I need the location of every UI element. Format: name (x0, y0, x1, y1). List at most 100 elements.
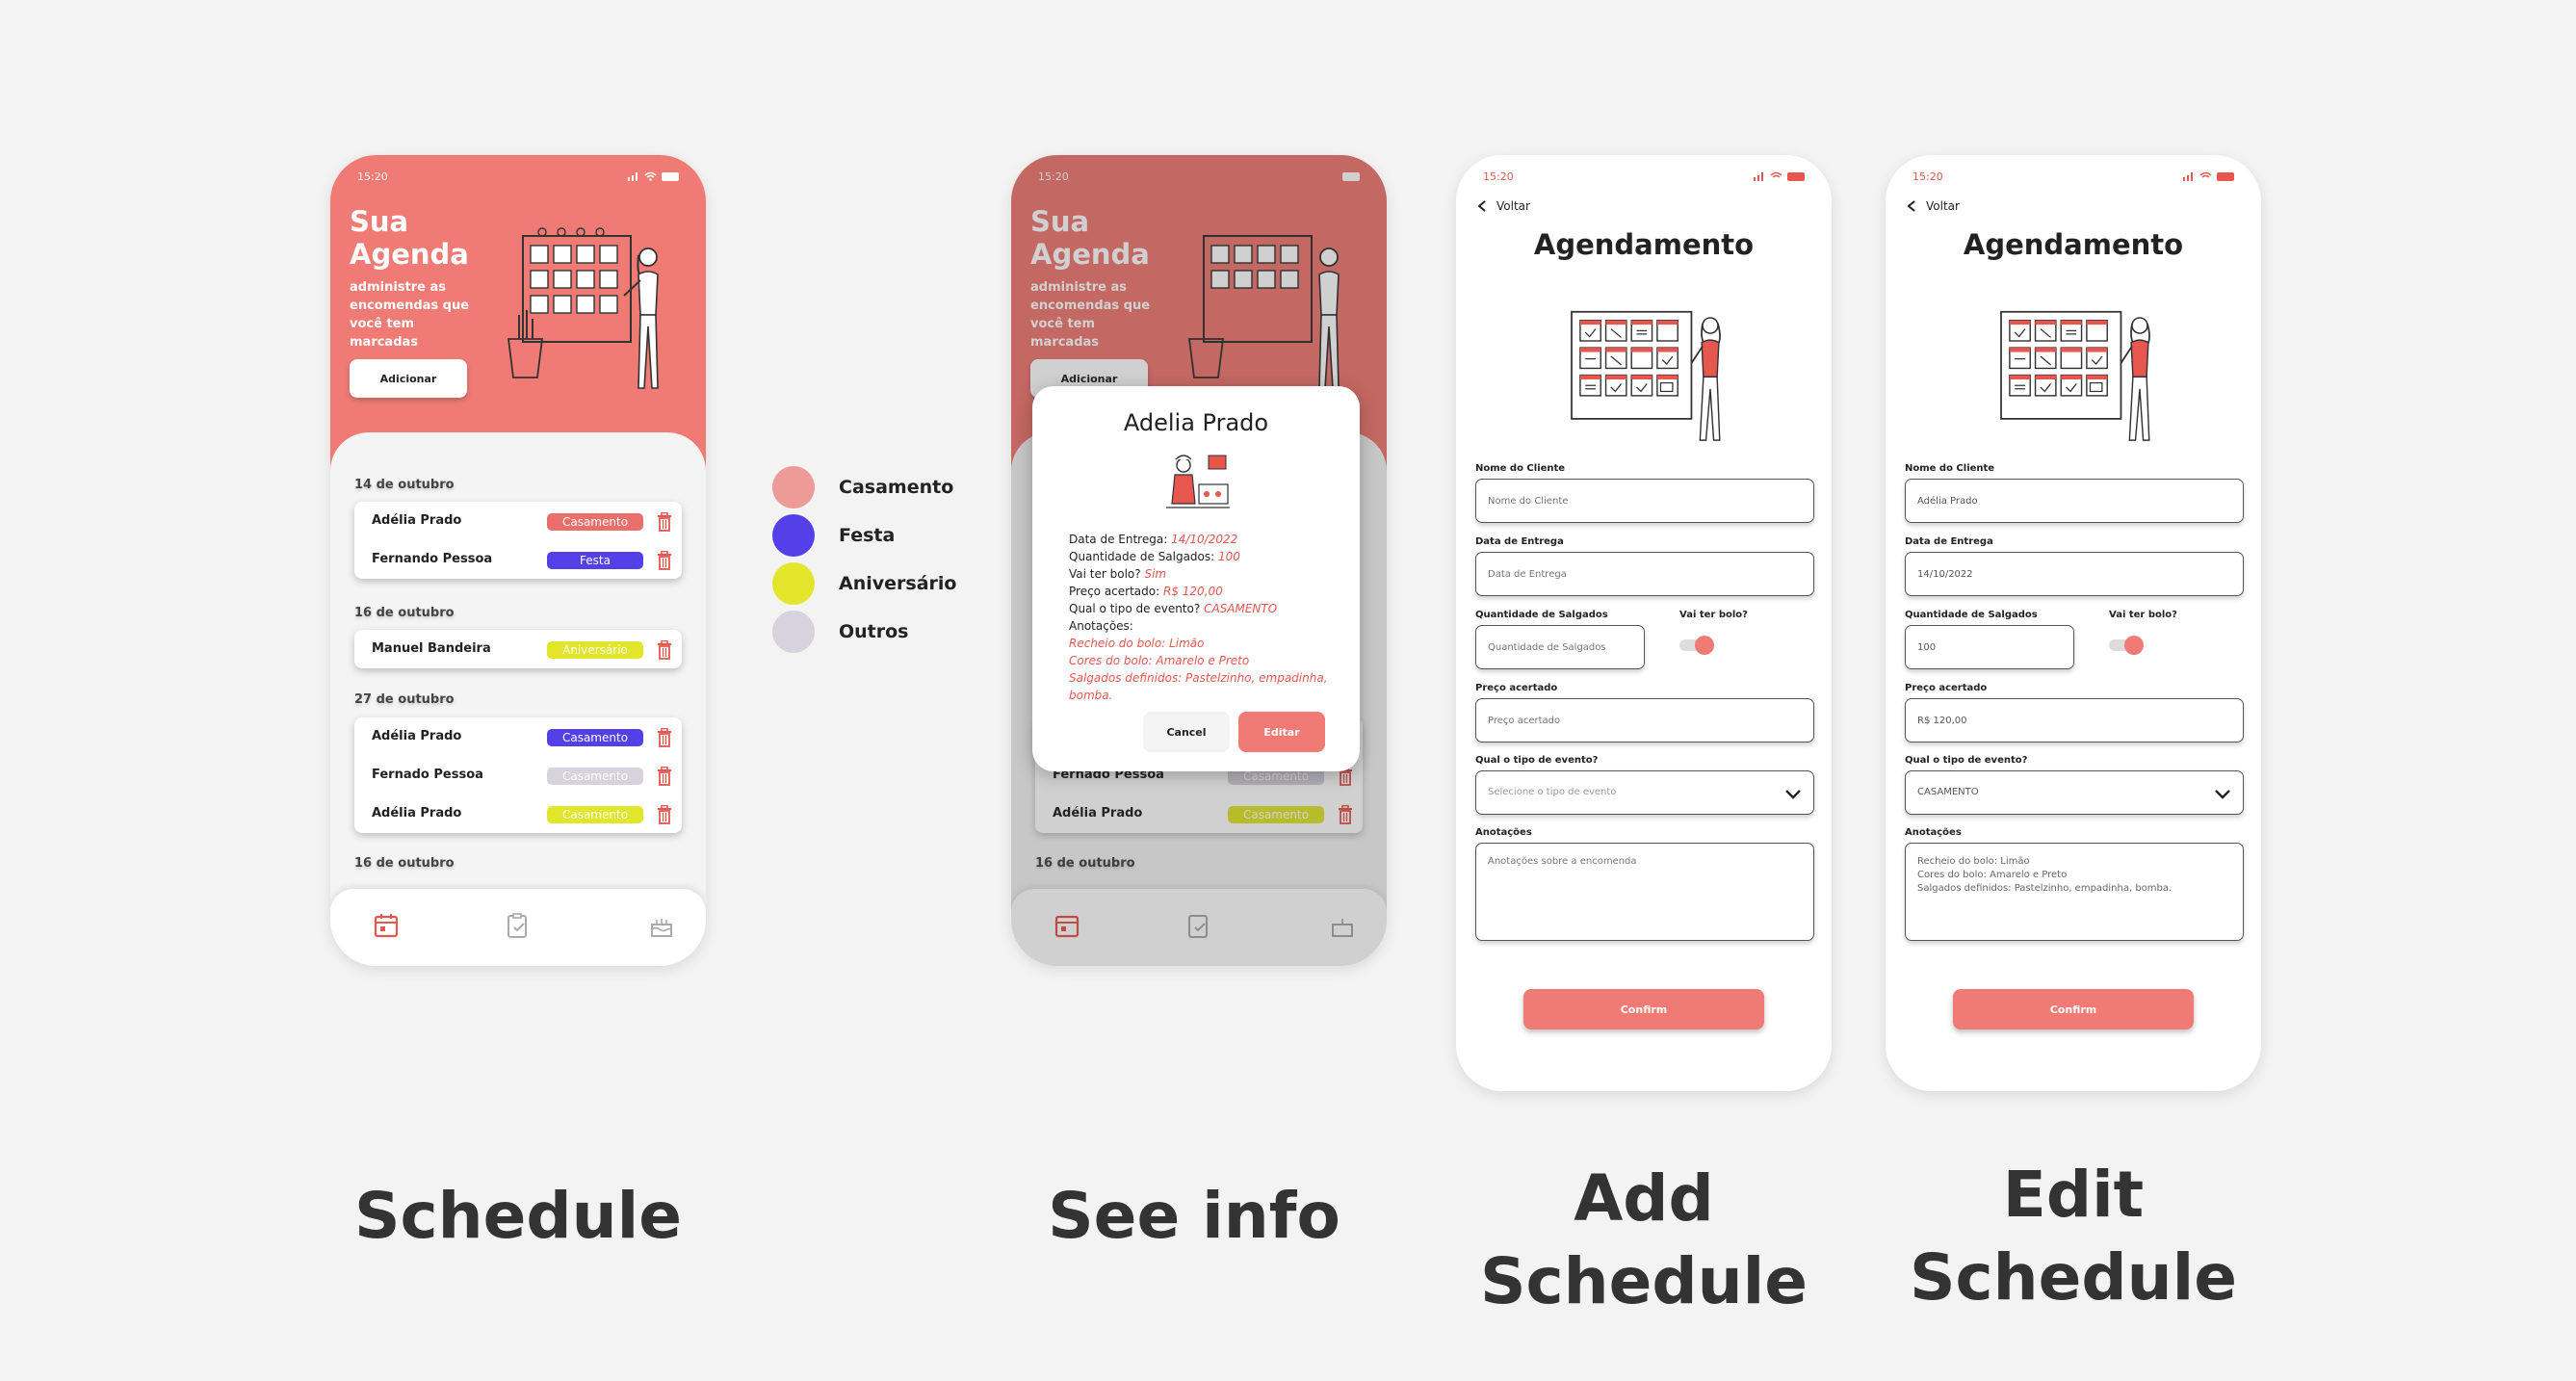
caption-line: Schedule (1479, 1244, 1808, 1318)
wifi-icon (1770, 171, 1782, 178)
cake-toggle[interactable] (1679, 634, 1716, 655)
list-item[interactable]: Adélia Prado Casamento (354, 502, 682, 540)
delivery-date-input[interactable] (1905, 552, 2244, 596)
quantity-input[interactable] (1905, 625, 2074, 669)
status-icons (628, 171, 679, 181)
calendar-icon[interactable] (373, 912, 400, 939)
back-link[interactable]: Voltar (1477, 199, 1530, 213)
cancel-button[interactable]: Cancel (1143, 712, 1230, 752)
legend-item: Outros (772, 611, 909, 653)
cake-icon[interactable] (648, 912, 675, 939)
status-icons (1754, 171, 1805, 181)
price-input[interactable] (1475, 698, 1814, 743)
cake-label: Vai ter bolo? (1679, 610, 1748, 620)
signal-icon (1754, 172, 1763, 181)
price-input[interactable] (1905, 698, 2244, 743)
status-time: 15:20 (1912, 169, 1943, 183)
chevron-down-icon (1782, 783, 1804, 804)
confirm-button[interactable]: Confirm (1953, 989, 2194, 1029)
list-item[interactable]: Fernando Pessoa Festa (354, 540, 682, 579)
status-time: 15:20 (1483, 169, 1514, 183)
page-subtitle: administre as encomendas que você tem ma… (350, 280, 470, 350)
info-row: Preço acertado: R$ 120,00 (1069, 583, 1348, 600)
client-name-input[interactable] (1905, 479, 2244, 523)
modal-title: Adelia Prado (1123, 409, 1269, 436)
signal-icon (2183, 172, 2193, 181)
notes-textarea[interactable] (1475, 843, 1814, 941)
event-type-select[interactable]: Selecione o tipo de evento (1475, 770, 1814, 815)
status-bar: 15:20 (1912, 169, 2234, 184)
info-label: Quantidade de Salgados: (1069, 550, 1215, 563)
calendar-woman-illustration (507, 227, 659, 389)
info-value: R$ 120,00 (1163, 585, 1223, 598)
add-schedule-screen: 15:20 Voltar Agendamento Nome do Cliente… (1456, 155, 1832, 1091)
trash-icon[interactable] (657, 512, 672, 532)
confirm-button[interactable]: Confirm (1523, 989, 1764, 1029)
page-title: Agendamento (1533, 228, 1755, 261)
caption-line: Schedule (1909, 1240, 2238, 1315)
info-value: Sim (1144, 567, 1167, 581)
legend-label: Aniversário (839, 573, 957, 594)
trash-icon[interactable] (657, 640, 672, 660)
list-item[interactable]: Fernado Pessoa Casamento (354, 756, 682, 795)
trash-icon[interactable] (657, 805, 672, 824)
back-label: Voltar (1926, 199, 1960, 213)
note-line: Recheio do bolo: Limão (1069, 637, 1205, 650)
trash-icon[interactable] (657, 728, 672, 747)
notes-label: Anotações (1905, 827, 1962, 838)
list-item[interactable]: Adélia Prado Casamento (354, 795, 682, 833)
info-row: Data de Entrega: 14/10/2022 (1069, 531, 1348, 548)
caption-edit-schedule: Edit Schedule (1864, 1154, 2282, 1319)
client-name-input[interactable] (1475, 479, 1814, 523)
see-info-screen: 15:20 Sua Agenda administre as encomenda… (1011, 155, 1387, 966)
info-modal: Adelia Prado Data de Entrega: 14/10/2022… (1032, 386, 1360, 771)
price-label: Preço acertado (1905, 683, 1988, 693)
info-label: Preço acertado: (1069, 585, 1160, 598)
note-line: Cores do bolo: Amarelo e Preto (1069, 654, 1250, 667)
event-tag: Festa (547, 552, 643, 569)
battery-icon (2217, 171, 2234, 181)
notes-textarea[interactable]: Recheio do bolo: Limão Cores do bolo: Am… (1905, 843, 2244, 941)
calendar-woman-illustration (1982, 295, 2174, 449)
cake-toggle[interactable] (2109, 634, 2146, 655)
day-card: Adélia Prado Casamento Fernando Pessoa F… (354, 502, 682, 579)
date-heading: 14 de outubro (354, 478, 455, 492)
legend-dot (772, 466, 815, 508)
date-label: Data de Entrega (1905, 536, 1993, 547)
info-value: CASAMENTO (1204, 602, 1278, 615)
status-bar: 15:20 (357, 169, 679, 184)
chevron-left-icon (1907, 200, 1915, 212)
add-button[interactable]: Adicionar (350, 359, 467, 398)
legend-item: Aniversário (772, 562, 956, 605)
event-tag: Casamento (547, 806, 643, 823)
edit-button[interactable]: Editar (1238, 712, 1325, 752)
status-bar: 15:20 (1483, 169, 1805, 184)
trash-icon[interactable] (657, 767, 672, 786)
quantity-input[interactable] (1475, 625, 1645, 669)
back-link[interactable]: Voltar (1907, 199, 1960, 213)
note-line: Salgados definidos: Pastelzinho, empadin… (1069, 671, 1328, 702)
notes-label: Anotações: (1069, 619, 1133, 633)
client-name: Adélia Prado (372, 729, 462, 743)
clipboard-check-icon[interactable] (504, 912, 531, 939)
info-value: 14/10/2022 (1171, 533, 1238, 546)
wifi-icon (644, 171, 657, 181)
trash-icon[interactable] (657, 551, 672, 570)
list-item[interactable]: Manuel Bandeira Aniversário (354, 630, 682, 668)
legend-item: Casamento (772, 466, 953, 508)
calendar-woman-illustration (1552, 295, 1745, 449)
info-label: Data de Entrega: (1069, 533, 1168, 546)
cake-label: Vai ter bolo? (2109, 610, 2177, 620)
info-row: Vai ter bolo? Sim (1069, 565, 1348, 583)
client-name: Adélia Prado (372, 806, 462, 821)
client-name: Adélia Prado (372, 513, 462, 528)
back-label: Voltar (1496, 199, 1530, 213)
event-type-select[interactable]: CASAMENTO (1905, 770, 2244, 815)
list-item[interactable]: Adélia Prado Casamento (354, 717, 682, 756)
delivery-date-input[interactable] (1475, 552, 1814, 596)
price-label: Preço acertado (1475, 683, 1558, 693)
client-name: Fernando Pessoa (372, 552, 493, 566)
chevron-left-icon (1477, 200, 1486, 212)
caption-add-schedule: Add Schedule (1435, 1158, 1853, 1323)
event-tag: Casamento (547, 729, 643, 746)
